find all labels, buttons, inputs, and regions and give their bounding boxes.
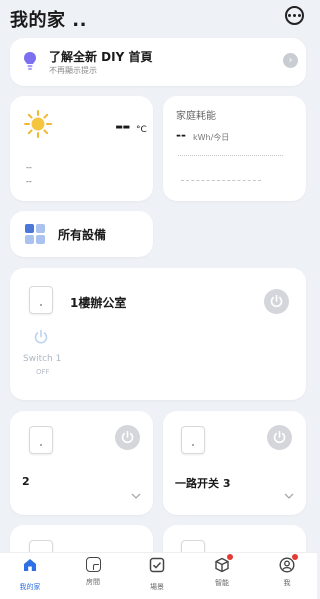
device-icon [181,426,205,454]
energy-value: -- [176,128,186,142]
weather-detail-2: -- [26,177,32,186]
device-icon [29,426,53,454]
chevron-down-icon[interactable] [131,493,141,499]
notification-badge [227,554,233,560]
nav-label: 智能 [215,579,229,587]
power-icon [273,430,286,444]
energy-chart-line-2 [181,180,261,181]
room-card[interactable]: 1樓辦公室 Switch 1 OFF [10,268,306,400]
banner-title: 了解全新 DIY 首頁 [49,50,153,64]
room-name: 1樓辦公室 [70,296,127,310]
nav-label: 我的家 [19,583,41,591]
nav-label: 場景 [150,583,164,591]
device-card[interactable]: 一路开关 3 [163,411,306,515]
energy-card[interactable]: 家庭耗能 -- kWh/今日 [163,96,306,201]
all-devices-button[interactable]: 所有設備 [10,211,153,257]
energy-chart-line-1 [178,155,283,156]
energy-title: 家庭耗能 [176,111,216,122]
nav-label: 房間 [86,578,100,586]
power-icon [270,294,283,308]
nav-item-smart[interactable]: 智能 [202,554,242,588]
chevron-down-icon[interactable] [284,493,294,499]
sun-icon [24,110,52,138]
device-name: 2 [22,475,30,488]
weather-detail-1: -- [26,163,32,172]
dismiss-tip-link[interactable]: 不再顯示提示 [49,65,97,76]
nav-item-me[interactable]: 我 [267,554,307,588]
more-options-button[interactable] [285,6,304,25]
room-power-button[interactable] [264,289,289,314]
temperature-unit: °C [136,125,147,135]
home-icon [24,559,36,571]
notification-badge [292,554,298,560]
switch-label: Switch 1 [23,354,62,364]
temperature-value: -- [115,114,131,138]
nav-item-scenes[interactable]: 場景 [137,557,177,592]
page-title: 我的家 .. [10,10,87,31]
bottom-navigation: 我的家 房間 場景 智能 我 [0,552,317,599]
device-power-button[interactable] [267,425,292,450]
room-icon [85,557,101,572]
energy-unit: kWh/今日 [193,133,230,142]
nav-item-rooms[interactable]: 房間 [73,557,113,587]
device-name: 一路开关 3 [175,477,231,490]
scene-icon [149,557,165,573]
nav-item-home[interactable]: 我的家 [10,557,50,592]
power-icon [121,430,134,444]
switch-power-icon[interactable] [33,329,49,345]
grid-icon [25,224,45,244]
device-power-button[interactable] [115,425,140,450]
lightbulb-icon [24,52,36,70]
device-card[interactable]: 2 [10,411,153,515]
device-hub-icon [29,286,53,314]
weather-card[interactable]: -- °C -- -- [10,96,153,201]
diy-home-banner[interactable]: 了解全新 DIY 首頁 不再顯示提示 › [10,38,306,86]
all-devices-label: 所有設備 [58,228,107,242]
switch-state: OFF [36,368,50,376]
banner-arrow-icon[interactable]: › [283,53,298,68]
nav-label: 我 [283,579,291,587]
